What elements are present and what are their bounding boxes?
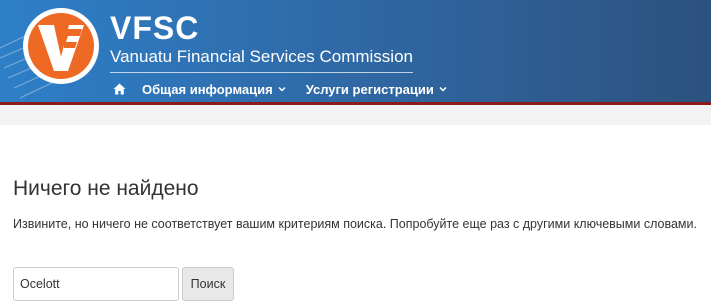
chevron-down-icon (439, 86, 447, 92)
home-icon (113, 83, 125, 95)
search-button[interactable]: Поиск (182, 267, 234, 301)
vfsc-logo[interactable] (20, 5, 102, 87)
chevron-down-icon (278, 86, 286, 92)
nav-item-registration-services[interactable]: Услуги регистрации (306, 82, 447, 97)
brand-underline (110, 72, 413, 73)
nav-item-label: Общая информация (142, 81, 273, 97)
logo-mark-icon (23, 8, 99, 84)
brand-subtitle: Vanuatu Financial Services Commission (110, 47, 413, 66)
page-title: Ничего не найдено (13, 177, 199, 200)
nav-home-link[interactable] (108, 79, 130, 99)
search-form: Поиск (13, 267, 234, 301)
breadcrumb-band (0, 105, 711, 125)
brand-title: VFSC (110, 10, 200, 46)
nav-item-label: Услуги регистрации (305, 81, 434, 97)
site-header: VFSC Vanuatu Financial Services Commissi… (0, 0, 711, 102)
main-nav: Общая информация Услуги регистрации (108, 79, 467, 99)
nav-item-general-info[interactable]: Общая информация (142, 82, 286, 97)
search-input[interactable] (13, 267, 179, 301)
no-results-message: Извините, но ничего не соответствует ваш… (13, 217, 697, 231)
